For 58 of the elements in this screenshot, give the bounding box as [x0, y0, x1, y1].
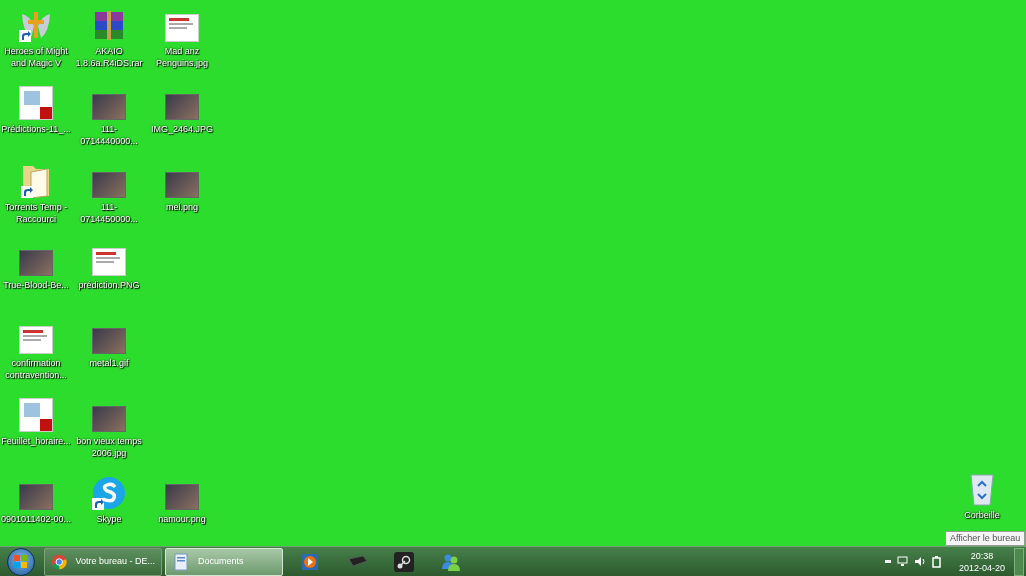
- browser-logo-icon: [51, 552, 68, 571]
- desktop-icon-label[interactable]: Prédictions-11_...: [0, 123, 72, 135]
- desktop-icon-label[interactable]: metal1.gif: [73, 357, 145, 369]
- document-icon: [172, 552, 190, 571]
- document-thumbnail: [165, 14, 199, 42]
- desktop-icon-label[interactable]: True-Blood-Be...: [0, 279, 72, 291]
- start-button[interactable]: [7, 547, 35, 576]
- windows-logo-icon: [14, 554, 28, 569]
- desktop-icon-label[interactable]: Torrents Temp - Raccourci: [0, 201, 72, 225]
- document-thumbnail: [92, 248, 126, 276]
- recycle-bin-icon: [969, 472, 995, 506]
- desktop-icon-label[interactable]: confirmation contravention...: [0, 357, 72, 381]
- volume-icon[interactable]: [914, 556, 926, 567]
- media-player-icon[interactable]: [301, 552, 319, 571]
- desktop-icon-label[interactable]: Skype: [73, 513, 145, 525]
- desktop-icon-label[interactable]: 111-0714440000...: [73, 123, 145, 147]
- photo-placeholder: [19, 250, 53, 276]
- desktop-icon-label[interactable]: 111-0714450000...: [73, 201, 145, 225]
- desktop-icon-label[interactable]: namour.png: [146, 513, 218, 525]
- clock[interactable]: 20:38 2012-04-20: [950, 549, 1014, 574]
- tooltip: Afficher le bureau: [945, 531, 1026, 546]
- network-icon[interactable]: [897, 556, 908, 567]
- desktop-icon[interactable]: [19, 396, 53, 432]
- desktop-icon-label[interactable]: mel.png: [146, 201, 218, 213]
- people-icon[interactable]: [441, 552, 461, 571]
- shortcut-arrow-icon: [19, 30, 31, 42]
- desktop-icon-label[interactable]: bon vieux temps 2006.jpg: [73, 435, 145, 459]
- pdf-file-icon: [19, 398, 53, 432]
- clock-time: 20:38: [970, 549, 994, 562]
- pdf-file-icon: [19, 86, 53, 120]
- shortcut-arrow-icon: [92, 498, 104, 510]
- photo-placeholder: [92, 406, 126, 432]
- shortcut-arrow-icon: [21, 186, 33, 198]
- photo-placeholder: [165, 94, 199, 120]
- photo-placeholder: [165, 484, 199, 510]
- stacked-books-icon: [92, 10, 126, 42]
- game-console-icon[interactable]: [346, 554, 368, 569]
- photo-placeholder: [165, 172, 199, 198]
- desktop-icon[interactable]: [19, 84, 53, 120]
- desktop-icon-label[interactable]: AKAIO 1.8.6a.R4iDS.rar: [73, 45, 145, 69]
- taskbar-window-button[interactable]: Documents: [165, 547, 283, 576]
- clock-date: 2012-04-20: [958, 561, 1005, 574]
- desktop-icon[interactable]: [92, 474, 126, 510]
- desktop-icon-label[interactable]: Feuillet_horaire...: [0, 435, 72, 447]
- desktop-icon-label[interactable]: prédiction.PNG: [73, 279, 145, 291]
- desktop-icon-label[interactable]: IMG_2464.JPG: [146, 123, 218, 135]
- desktop-icon-label[interactable]: Mad anz Penguins.jpg: [146, 45, 218, 69]
- photo-placeholder: [19, 484, 53, 510]
- desktop-icon-label[interactable]: 0901011402-00...: [0, 513, 72, 525]
- photo-placeholder: [92, 172, 126, 198]
- desktop-icon-label[interactable]: Heroes of Might and Magic V: [0, 45, 72, 69]
- taskbar-window-button[interactable]: Votre bureau - DE...: [44, 547, 162, 576]
- document-thumbnail: [19, 326, 53, 354]
- photo-placeholder: [92, 328, 126, 354]
- desktop-icon-label[interactable]: Corbeille: [964, 509, 1000, 521]
- steam-logo-icon[interactable]: [394, 551, 414, 572]
- photo-placeholder: [92, 94, 126, 120]
- power-icon[interactable]: [932, 555, 942, 568]
